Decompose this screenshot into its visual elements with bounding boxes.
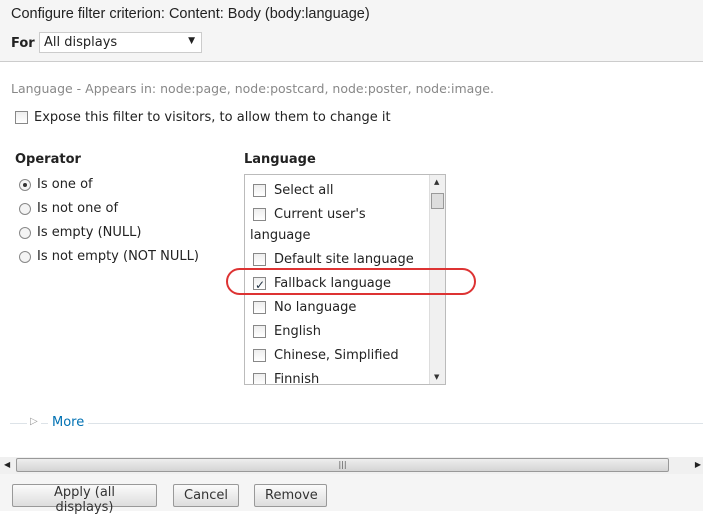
dialog-header: Configure filter criterion: Content: Bod… <box>0 0 703 62</box>
checkbox[interactable] <box>253 253 266 266</box>
radio-label: Is one of <box>37 177 93 192</box>
expand-triangle-icon[interactable]: ▷ <box>27 416 41 427</box>
radio-label: Is not empty (NOT NULL) <box>37 249 199 264</box>
checkbox[interactable] <box>253 208 266 221</box>
scroll-down-icon[interactable]: ▼ <box>434 373 439 381</box>
language-option[interactable]: Chinese, Simplified <box>253 345 433 366</box>
chevron-down-icon: ▼ <box>188 36 195 46</box>
checkbox[interactable] <box>253 349 266 362</box>
option-label: Select all <box>274 183 334 198</box>
language-option[interactable]: Current user's <box>253 204 433 225</box>
option-label: No language <box>274 300 357 315</box>
select-value: All displays <box>44 35 118 50</box>
operator-is-not-empty[interactable]: Is not empty (NOT NULL) <box>19 249 199 264</box>
language-option-wrap: language <box>250 228 311 243</box>
language-option[interactable]: English <box>253 321 433 342</box>
scroll-up-icon[interactable]: ▲ <box>434 178 439 186</box>
scroll-thumb[interactable]: ||| <box>16 458 669 472</box>
scroll-thumb[interactable] <box>431 193 444 209</box>
more-fieldset: ▷ More <box>10 415 703 430</box>
option-label: Current user's <box>274 207 366 222</box>
remove-button[interactable]: Remove <box>254 484 327 507</box>
filter-description: Language - Appears in: node:page, node:p… <box>11 81 494 96</box>
radio-label: Is empty (NULL) <box>37 225 142 240</box>
operator-is-not-one-of[interactable]: Is not one of <box>19 201 118 216</box>
for-label: For <box>11 36 35 51</box>
language-option[interactable]: No language <box>253 297 433 318</box>
dialog-title: Configure filter criterion: Content: Bod… <box>11 6 370 22</box>
dialog-footer: Apply (all displays) Cancel Remove <box>0 474 703 515</box>
for-display-select[interactable]: All displays ▼ <box>39 32 202 53</box>
apply-button[interactable]: Apply (all displays) <box>12 484 157 515</box>
operator-is-empty[interactable]: Is empty (NULL) <box>19 225 141 240</box>
radio-icon[interactable] <box>19 226 31 239</box>
language-heading: Language <box>244 152 316 167</box>
highlight-annotation <box>226 268 476 295</box>
horizontal-scrollbar[interactable]: ◀ ||| ▶ <box>0 457 703 474</box>
more-link[interactable]: More <box>48 415 89 430</box>
option-label: Default site language <box>274 252 414 267</box>
checkbox[interactable] <box>253 373 266 384</box>
radio-icon[interactable] <box>19 250 31 263</box>
expose-filter-checkbox[interactable]: Expose this filter to visitors, to allow… <box>15 110 391 125</box>
checkbox[interactable] <box>253 184 266 197</box>
radio-icon[interactable] <box>19 178 31 191</box>
radio-icon[interactable] <box>19 202 31 215</box>
scroll-left-icon[interactable]: ◀ <box>4 460 10 469</box>
language-option[interactable]: Finnish <box>253 369 433 385</box>
checkbox[interactable] <box>253 301 266 314</box>
option-label: Chinese, Simplified <box>274 348 399 363</box>
expose-label: Expose this filter to visitors, to allow… <box>34 110 391 125</box>
checkbox[interactable] <box>15 111 28 124</box>
checkbox[interactable] <box>253 325 266 338</box>
option-label: Finnish <box>274 372 320 385</box>
operator-is-one-of[interactable]: Is one of <box>19 177 93 192</box>
cancel-button[interactable]: Cancel <box>173 484 239 507</box>
language-option[interactable]: Default site language <box>253 249 433 270</box>
language-option[interactable]: Select all <box>253 180 433 201</box>
scroll-right-icon[interactable]: ▶ <box>695 460 701 469</box>
option-label: English <box>274 324 321 339</box>
operator-heading: Operator <box>15 152 81 167</box>
radio-label: Is not one of <box>37 201 119 216</box>
